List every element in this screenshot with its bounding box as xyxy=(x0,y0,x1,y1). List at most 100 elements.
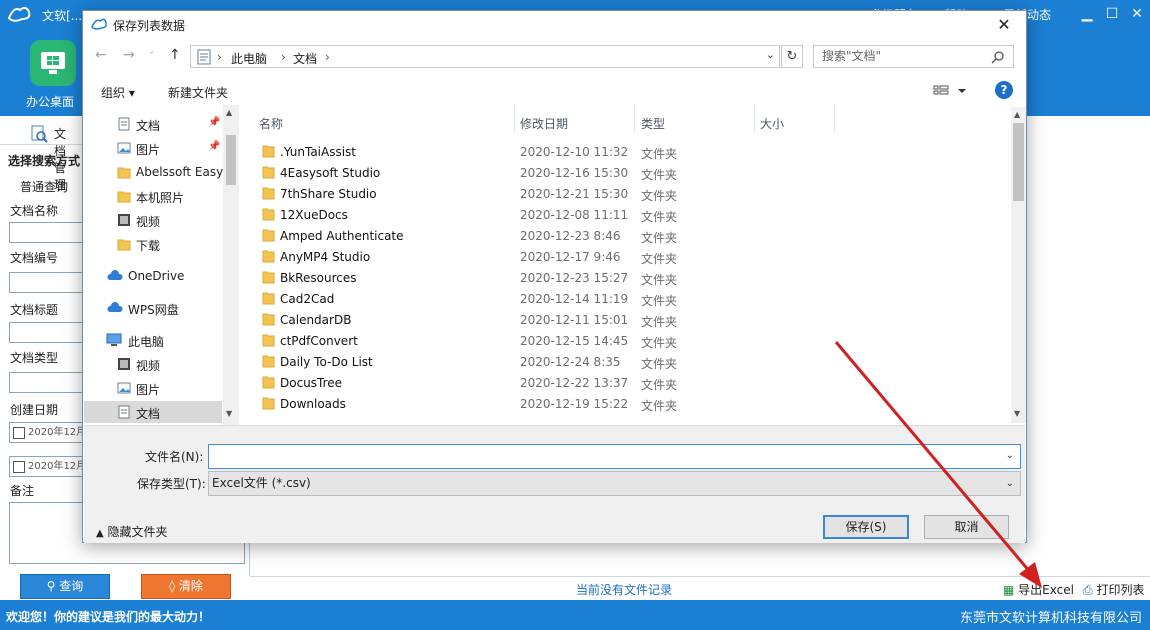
nav-item-label: 图片 xyxy=(136,143,161,157)
save-form: 文件名(N): ⌄ 保存类型(T): Excel文件 (*.csv) ⌄ ▲ 隐… xyxy=(84,425,1025,543)
search-input[interactable]: 搜索"文档" xyxy=(813,45,1014,68)
export-excel-button[interactable]: ▦ 导出Excel xyxy=(1003,581,1074,598)
search-icon xyxy=(991,51,1004,64)
file-row[interactable]: Cad2Cad 2020-12-14 11:19 文件夹 xyxy=(249,288,1009,309)
breadcrumb-documents[interactable]: 文档 xyxy=(293,50,317,67)
scroll-thumb[interactable] xyxy=(1013,123,1024,201)
address-bar[interactable]: › 此电脑 › 文档 › ⌄ xyxy=(190,45,780,68)
minimize-icon[interactable]: ▁ xyxy=(1076,3,1098,25)
filename-dropdown-icon[interactable]: ⌄ xyxy=(1006,450,1014,461)
column-separator xyxy=(514,105,515,133)
office-desktop-button[interactable] xyxy=(30,40,76,86)
date-from-picker[interactable]: 2020年12月 xyxy=(9,422,84,443)
breadcrumb-this-pc[interactable]: 此电脑 xyxy=(231,50,267,67)
file-row[interactable]: 7thShare Studio 2020-12-21 15:30 文件夹 xyxy=(249,183,1009,204)
column-size[interactable]: 大小 xyxy=(760,115,784,132)
view-options-button[interactable] xyxy=(933,82,969,100)
nav-item[interactable]: WPS网盘 xyxy=(84,297,222,319)
nav-item[interactable]: OneDrive xyxy=(84,265,222,287)
eraser-icon: ◊ xyxy=(169,579,176,593)
computer-icon xyxy=(106,333,122,346)
back-arrow-icon[interactable]: ← xyxy=(95,47,107,63)
maximize-icon[interactable]: ☐ xyxy=(1101,3,1123,25)
nav-item[interactable]: 图片 xyxy=(84,377,222,399)
column-name[interactable]: 名称 xyxy=(259,115,283,132)
nav-scrollbar[interactable]: ▲ ▼ xyxy=(223,105,239,425)
column-type[interactable]: 类型 xyxy=(641,115,665,132)
nav-item-label: Abelssoft Easy xyxy=(136,165,224,179)
file-row[interactable]: .YunTaiAssist 2020-12-10 11:32 文件夹 xyxy=(249,141,1009,162)
file-row[interactable]: 4Easysoft Studio 2020-12-16 15:30 文件夹 xyxy=(249,162,1009,183)
file-row[interactable]: CalendarDB 2020-12-11 15:01 文件夹 xyxy=(249,309,1009,330)
no-records-text: 当前没有文件记录 xyxy=(576,583,673,597)
address-dropdown-icon[interactable]: ⌄ xyxy=(766,48,775,61)
nav-item[interactable]: 此电脑 xyxy=(84,329,222,351)
date-to-picker[interactable]: 2020年12月 xyxy=(9,456,84,477)
file-row[interactable]: Daily To-Do List 2020-12-24 8:35 文件夹 xyxy=(249,351,1009,372)
date-to-checkbox[interactable] xyxy=(13,461,25,473)
scroll-up-icon[interactable]: ▲ xyxy=(226,108,232,117)
file-row[interactable]: 12XueDocs 2020-12-08 11:11 文件夹 xyxy=(249,204,1009,225)
nav-item[interactable]: 下载 xyxy=(84,233,222,255)
scroll-up-icon[interactable]: ▲ xyxy=(1014,110,1020,119)
clear-button[interactable]: ◊ 清除 xyxy=(141,574,231,599)
filetype-dropdown-icon[interactable]: ⌄ xyxy=(1006,472,1014,495)
nav-item-label: 视频 xyxy=(136,359,161,373)
help-icon[interactable]: ? xyxy=(995,81,1013,99)
file-name: .YunTaiAssist xyxy=(280,145,357,159)
scroll-down-icon[interactable]: ▼ xyxy=(1014,409,1020,418)
app-title: 文软[...] xyxy=(42,9,87,23)
dialog-app-icon xyxy=(91,18,107,30)
doc-type-input[interactable] xyxy=(9,372,84,393)
nav-item[interactable]: 视频 xyxy=(84,353,222,375)
column-separator xyxy=(754,105,755,133)
cancel-button[interactable]: 取消 xyxy=(924,515,1009,539)
breadcrumb-separator-icon: › xyxy=(281,50,286,64)
nav-item[interactable]: Abelssoft Easy xyxy=(84,161,224,183)
file-name: ctPdfConvert xyxy=(280,334,358,348)
file-list-scrollbar[interactable]: ▲ ▼ xyxy=(1011,107,1026,423)
file-type: 文件夹 xyxy=(641,399,678,413)
save-button[interactable]: 保存(S) xyxy=(823,515,909,539)
nav-item[interactable]: 图片 📌 xyxy=(84,137,222,159)
forward-arrow-icon[interactable]: → xyxy=(123,47,135,63)
nav-item[interactable]: 文档 📌 xyxy=(84,113,222,135)
filename-input[interactable]: ⌄ xyxy=(208,444,1021,469)
scroll-thumb[interactable] xyxy=(226,135,236,185)
organize-button[interactable]: 组织 ▾ xyxy=(101,84,135,101)
pin-icon[interactable]: 📌 xyxy=(208,141,220,152)
close-icon[interactable]: ✕ xyxy=(1126,3,1148,25)
hide-folders-toggle[interactable]: ▲ 隐藏文件夹 xyxy=(96,523,168,540)
nav-item[interactable]: 文档 xyxy=(84,401,222,423)
doc-number-input[interactable] xyxy=(9,272,84,293)
column-modified[interactable]: 修改日期 xyxy=(520,115,568,132)
new-folder-button[interactable]: 新建文件夹 xyxy=(168,84,228,101)
query-button[interactable]: ⚲ 查询 xyxy=(20,574,110,599)
file-row[interactable]: Downloads 2020-12-19 15:22 文件夹 xyxy=(249,393,1009,414)
refresh-icon[interactable]: ↻ xyxy=(781,45,803,68)
normal-query-option[interactable]: 普通查询 xyxy=(20,178,68,195)
print-list-button[interactable]: ⎙ 打印列表 xyxy=(1083,581,1144,598)
file-type: 文件夹 xyxy=(641,273,678,287)
file-row[interactable]: BkResources 2020-12-23 15:27 文件夹 xyxy=(249,267,1009,288)
file-modified: 2020-12-21 15:30 xyxy=(520,187,629,201)
doc-title-input[interactable] xyxy=(9,322,84,343)
file-row[interactable]: ctPdfConvert 2020-12-15 14:45 文件夹 xyxy=(249,330,1009,351)
file-row[interactable]: AnyMP4 Studio 2020-12-17 9:46 文件夹 xyxy=(249,246,1009,267)
scroll-down-icon[interactable]: ▼ xyxy=(226,409,232,418)
dialog-close-icon[interactable]: ✕ xyxy=(992,14,1016,36)
recent-chevron-icon[interactable]: ˅ xyxy=(149,51,154,62)
filetype-select[interactable]: Excel文件 (*.csv) ⌄ xyxy=(208,471,1021,496)
pin-icon[interactable]: 📌 xyxy=(208,117,220,128)
nav-item[interactable]: 视频 xyxy=(84,209,222,231)
column-separator xyxy=(634,105,635,133)
doc-name-input[interactable] xyxy=(9,222,84,243)
nav-item[interactable]: 本机照片 xyxy=(84,185,222,207)
file-modified: 2020-12-11 15:01 xyxy=(520,313,629,327)
file-row[interactable]: Amped Authenticate 2020-12-23 8:46 文件夹 xyxy=(249,225,1009,246)
date-from-checkbox[interactable] xyxy=(13,427,25,439)
folder-icon xyxy=(262,187,275,200)
up-arrow-icon[interactable]: ↑ xyxy=(169,47,181,63)
file-type: 文件夹 xyxy=(641,252,678,266)
file-row[interactable]: DocusTree 2020-12-22 13:37 文件夹 xyxy=(249,372,1009,393)
